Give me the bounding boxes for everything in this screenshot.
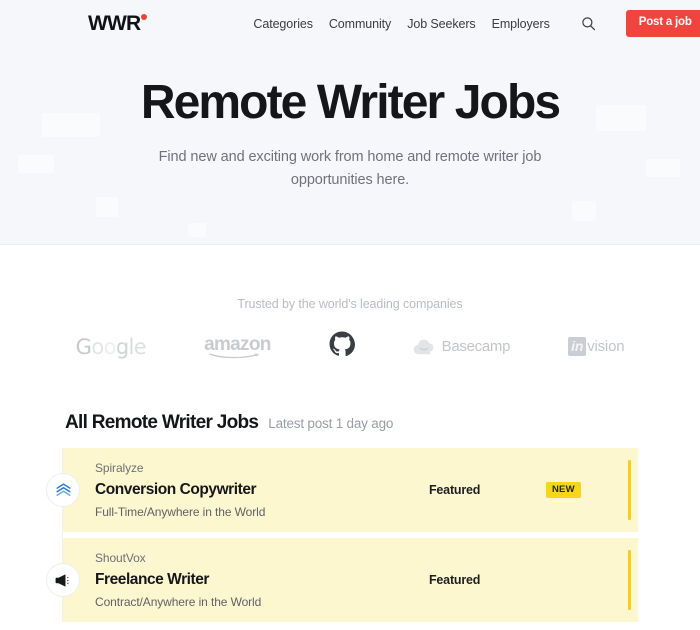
job-info: Spiralyze Conversion Copywriter Full-Tim…	[95, 460, 426, 521]
hero-section: Remote Writer Jobs Find new and exciting…	[0, 47, 700, 246]
github-octocat-icon	[329, 331, 355, 357]
trusted-by-section: Trusted by the world's leading companies…	[0, 245, 700, 362]
hero-subtitle: Find new and exciting work from home and…	[158, 148, 542, 188]
amazon-logo: amazon	[204, 335, 271, 359]
job-row[interactable]: ShoutVox Freelance Writer Contract/Anywh…	[46, 538, 638, 623]
job-meta: Contract/Anywhere in the World	[95, 594, 262, 609]
search-button[interactable]	[580, 15, 598, 33]
site-header: WWR Categories Community Job Seekers Emp…	[0, 0, 700, 47]
job-badges: NEW	[546, 481, 638, 499]
post-a-job-button[interactable]: Post a job	[625, 10, 700, 37]
site-logo-text: WWR	[88, 12, 141, 35]
job-row-accent-bar	[628, 550, 631, 611]
invision-logo: in vision	[568, 337, 625, 357]
job-title[interactable]: Conversion Copywriter	[95, 480, 426, 499]
job-company-name: Spiralyze	[95, 460, 144, 475]
job-featured-label: Featured	[429, 573, 481, 588]
nav-item-categories[interactable]: Categories	[253, 17, 313, 31]
invision-mark-icon: in	[568, 337, 587, 357]
main-nav: Categories Community Job Seekers Employe…	[253, 10, 700, 37]
search-icon	[582, 17, 596, 31]
github-logo	[329, 331, 355, 362]
job-company-name: ShoutVox	[95, 550, 146, 565]
job-row[interactable]: Spiralyze Conversion Copywriter Full-Tim…	[46, 448, 638, 533]
job-title[interactable]: Freelance Writer	[95, 570, 426, 589]
job-info: ShoutVox Freelance Writer Contract/Anywh…	[95, 550, 426, 611]
job-featured-label: Featured	[429, 483, 481, 498]
page-title: Remote Writer Jobs	[140, 76, 561, 129]
site-logo[interactable]: WWR	[88, 12, 148, 35]
status-badge-new: NEW	[546, 481, 581, 499]
job-meta: Full-Time/Anywhere in the World	[95, 504, 266, 519]
company-avatar	[46, 563, 80, 598]
logo-dot-icon	[141, 14, 148, 20]
job-list: Spiralyze Conversion Copywriter Full-Tim…	[46, 448, 638, 623]
nav-item-job-seekers[interactable]: Job Seekers	[407, 17, 475, 31]
nav-item-employers[interactable]: Employers	[492, 17, 550, 31]
basecamp-logo: Basecamp	[413, 338, 510, 356]
shoutvox-megaphone-icon	[55, 573, 68, 587]
job-row-accent-bar	[628, 460, 631, 521]
job-listings-section: All Remote Writer Jobs Latest post 1 day…	[0, 412, 700, 623]
google-logo: Google	[75, 334, 147, 359]
spiralyze-chevrons-icon	[55, 483, 71, 496]
nav-item-community[interactable]: Community	[329, 17, 391, 31]
job-listings-title: All Remote Writer Jobs	[65, 412, 259, 434]
latest-post-label: Latest post 1 day ago	[268, 416, 394, 432]
job-listings-header: All Remote Writer Jobs Latest post 1 day…	[62, 412, 638, 434]
trusted-by-label: Trusted by the world's leading companies	[237, 297, 463, 312]
company-avatar	[46, 473, 80, 508]
basecamp-cloud-icon	[413, 339, 434, 354]
company-logo-list: Google amazon Basecamp in vision	[0, 331, 700, 362]
